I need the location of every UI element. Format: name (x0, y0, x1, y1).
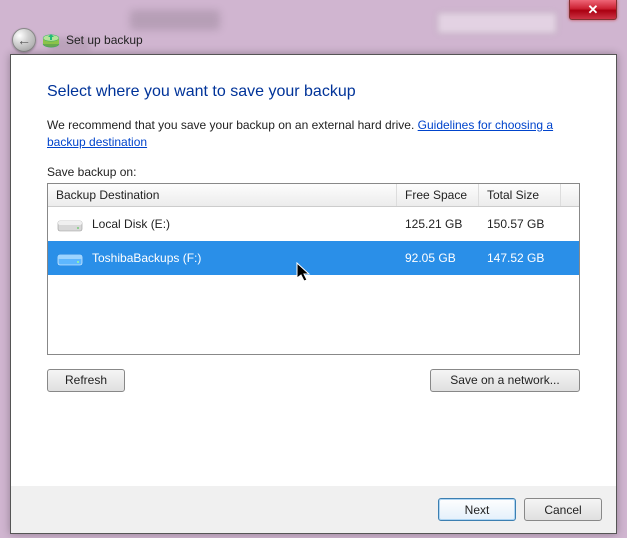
refresh-button[interactable]: Refresh (47, 369, 125, 392)
page-heading: Select where you want to save your backu… (47, 83, 580, 101)
col-destination[interactable]: Backup Destination (48, 184, 397, 206)
wizard-panel: Select where you want to save your backu… (10, 54, 617, 534)
drive-total: 147.52 GB (479, 251, 561, 265)
drive-name: Local Disk (E:) (92, 217, 170, 231)
back-button[interactable]: ← (12, 28, 36, 52)
col-free-space[interactable]: Free Space (397, 184, 479, 206)
back-arrow-icon: ← (17, 32, 31, 48)
table-row[interactable]: Local Disk (E:) 125.21 GB150.57 GB (48, 207, 579, 241)
drive-name: ToshibaBackups (F:) (92, 251, 201, 265)
window-title: Set up backup (66, 33, 143, 47)
backup-wizard-icon (42, 32, 60, 48)
cancel-button[interactable]: Cancel (524, 498, 602, 521)
table-header: Backup Destination Free Space Total Size (48, 184, 579, 207)
close-icon: ✕ (588, 2, 599, 18)
drive-icon (56, 247, 84, 269)
col-total-size[interactable]: Total Size (479, 184, 561, 206)
col-padding (561, 184, 579, 206)
save-on-network-button[interactable]: Save on a network... (430, 369, 580, 392)
titlebar: ← Set up backup (12, 28, 615, 52)
save-on-label: Save backup on: (47, 165, 580, 179)
wizard-footer: Next Cancel (11, 486, 616, 533)
table-row[interactable]: ToshibaBackups (F:) 92.05 GB147.52 GB (48, 241, 579, 275)
drive-total: 150.57 GB (479, 217, 561, 231)
drive-icon (56, 213, 84, 235)
next-button[interactable]: Next (438, 498, 516, 521)
drive-free: 125.21 GB (397, 217, 479, 231)
close-button[interactable]: ✕ (569, 0, 617, 20)
drive-table: Backup Destination Free Space Total Size… (47, 183, 580, 355)
page-description: We recommend that you save your backup o… (47, 117, 580, 151)
drive-free: 92.05 GB (397, 251, 479, 265)
